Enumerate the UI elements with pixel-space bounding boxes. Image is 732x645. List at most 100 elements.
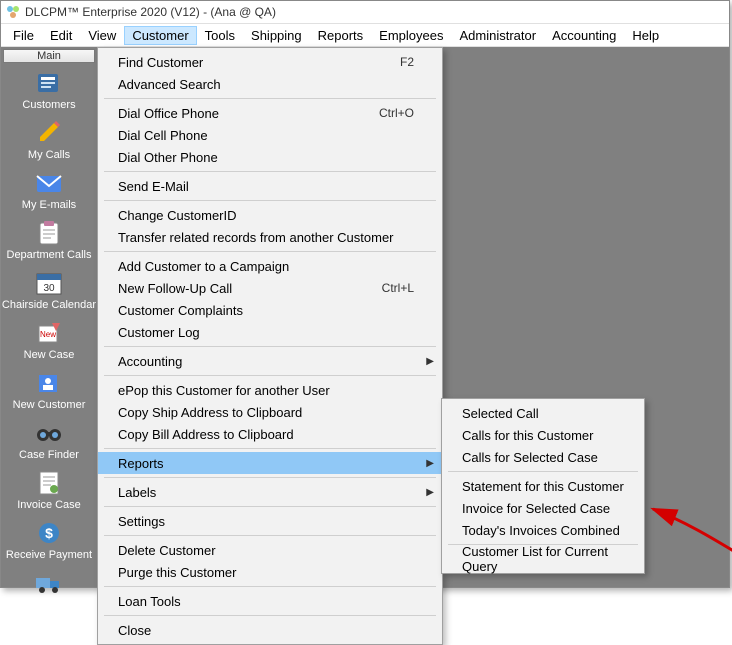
sidebar-label: My E-mails [22, 199, 76, 211]
sidebar-item-customers[interactable]: Customers [1, 69, 97, 111]
menu-separator [104, 171, 436, 172]
submenu-item-calls-for-selected-case[interactable]: Calls for Selected Case [442, 446, 644, 468]
sidebar-label: Chairside Calendar [2, 299, 96, 311]
menu-item-change-customerid[interactable]: Change CustomerID [98, 204, 442, 226]
menu-item-copy-ship-address-to-clipboard[interactable]: Copy Ship Address to Clipboard [98, 401, 442, 423]
sidebar-label: Invoice Case [17, 499, 81, 511]
menu-item-epop-this-customer-for-another-user[interactable]: ePop this Customer for another User [98, 379, 442, 401]
submenu-item-customer-list-for-current-query[interactable]: Customer List for Current Query [442, 548, 644, 570]
canvas: Find CustomerF2 Advanced Search Dial Offic… [97, 47, 729, 587]
menu-item-label: Advanced Search [118, 77, 414, 92]
menu-file[interactable]: File [5, 26, 42, 45]
sidebar-item-shipping-manager[interactable]: Shipping Manager [1, 569, 97, 611]
menu-item-label: Customer Log [118, 325, 414, 340]
submenu-item-label: Invoice for Selected Case [462, 501, 610, 516]
menu-item-add-customer-to-a-campaign[interactable]: Add Customer to a Campaign [98, 255, 442, 277]
submenu-item-statement-for-this-customer[interactable]: Statement for this Customer [442, 475, 644, 497]
menu-item-dial-office-phone[interactable]: Dial Office PhoneCtrl+O [98, 102, 442, 124]
menu-separator [104, 251, 436, 252]
menu-item-reports[interactable]: Reports▶ [98, 452, 442, 474]
menu-item-shortcut: F2 [400, 55, 414, 69]
submenu-item-label: Customer List for Current Query [462, 544, 630, 574]
submenu-item-label: Calls for this Customer [462, 428, 593, 443]
menu-reports[interactable]: Reports [310, 26, 372, 45]
menu-item-delete-customer[interactable]: Delete Customer [98, 539, 442, 561]
customer-dropdown: Find CustomerF2 Advanced Search Dial Offic… [97, 47, 443, 645]
menu-separator [104, 506, 436, 507]
menu-item-label: Accounting [118, 354, 414, 369]
menu-item-label: Copy Ship Address to Clipboard [118, 405, 414, 420]
menubar: File Edit View Customer Tools Shipping R… [1, 23, 729, 47]
menu-view[interactable]: View [80, 26, 124, 45]
sidebar-item-invoice-case[interactable]: Invoice Case [1, 469, 97, 511]
menu-separator [448, 471, 638, 472]
menu-item-dial-cell-phone[interactable]: Dial Cell Phone [98, 124, 442, 146]
menu-item-dial-other-phone[interactable]: Dial Other Phone [98, 146, 442, 168]
menu-item-label: Send E-Mail [118, 179, 414, 194]
submenu-item-today-s-invoices-combined[interactable]: Today's Invoices Combined [442, 519, 644, 541]
menu-tools[interactable]: Tools [197, 26, 243, 45]
sidebar-item-new-case[interactable]: New New Case [1, 319, 97, 361]
window-title: DLCPM™ Enterprise 2020 (V12) - (Ana @ QA… [25, 5, 276, 19]
sidebar-header[interactable]: Main [3, 49, 95, 63]
menu-item-label: Dial Cell Phone [118, 128, 414, 143]
menu-item-labels[interactable]: Labels▶ [98, 481, 442, 503]
menu-customer[interactable]: Customer [124, 26, 196, 45]
menu-edit[interactable]: Edit [42, 26, 80, 45]
sidebar-item-my-calls[interactable]: My Calls [1, 119, 97, 161]
sidebar-item-receive-payment[interactable]: $ Receive Payment [1, 519, 97, 561]
sidebar-item-new-customer[interactable]: New Customer [1, 369, 97, 411]
sidebar-item-chairside-calendar[interactable]: 30 Chairside Calendar [1, 269, 97, 311]
menu-shipping[interactable]: Shipping [243, 26, 310, 45]
menu-item-accounting[interactable]: Accounting ▶ [98, 350, 442, 372]
menu-item-customer-log[interactable]: Customer Log [98, 321, 442, 343]
submenu-item-invoice-for-selected-case[interactable]: Invoice for Selected Case [442, 497, 644, 519]
menu-item-settings[interactable]: Settings [98, 510, 442, 532]
submenu-item-calls-for-this-customer[interactable]: Calls for this Customer [442, 424, 644, 446]
menu-item-shortcut: Ctrl+L [382, 281, 414, 295]
menu-separator [104, 98, 436, 99]
menu-item-find-customer[interactable]: Find CustomerF2 [98, 51, 442, 73]
menu-separator [104, 615, 436, 616]
menu-help[interactable]: Help [624, 26, 667, 45]
new-customer-icon [33, 369, 65, 397]
menu-item-label: Change CustomerID [118, 208, 414, 223]
workspace: Main Customers My Calls My E-mails Depar… [1, 47, 729, 587]
sidebar-label: New Case [24, 349, 75, 361]
menu-item-advanced-search[interactable]: Advanced Search [98, 73, 442, 95]
sidebar-label: My Calls [28, 149, 70, 161]
sidebar-label: Case Finder [19, 449, 79, 461]
sidebar-item-my-emails[interactable]: My E-mails [1, 169, 97, 211]
menu-item-label: Settings [118, 514, 414, 529]
titlebar: DLCPM™ Enterprise 2020 (V12) - (Ana @ QA… [1, 1, 729, 23]
binoculars-icon [33, 419, 65, 447]
menu-item-purge-this-customer[interactable]: Purge this Customer [98, 561, 442, 583]
svg-text:$: $ [45, 525, 53, 541]
menu-item-label: Loan Tools [118, 594, 414, 609]
invoice-icon [33, 469, 65, 497]
truck-icon [33, 569, 65, 597]
sidebar: Main Customers My Calls My E-mails Depar… [1, 47, 97, 587]
envelope-icon [33, 169, 65, 197]
menu-administrator[interactable]: Administrator [451, 26, 544, 45]
menu-item-transfer-related-records-from-another-customer[interactable]: Transfer related records from another Cu… [98, 226, 442, 248]
menu-accounting[interactable]: Accounting [544, 26, 624, 45]
submenu-item-selected-call[interactable]: Selected Call [442, 402, 644, 424]
menu-separator [104, 535, 436, 536]
menu-item-new-follow-up-call[interactable]: New Follow-Up CallCtrl+L [98, 277, 442, 299]
menu-item-close[interactable]: Close [98, 619, 442, 641]
submenu-item-label: Calls for Selected Case [462, 450, 598, 465]
menu-item-loan-tools[interactable]: Loan Tools [98, 590, 442, 612]
dollar-icon: $ [33, 519, 65, 547]
menu-item-customer-complaints[interactable]: Customer Complaints [98, 299, 442, 321]
submenu-arrow-icon: ▶ [426, 356, 434, 367]
menu-item-copy-bill-address-to-clipboard[interactable]: Copy Bill Address to Clipboard [98, 423, 442, 445]
app-window: DLCPM™ Enterprise 2020 (V12) - (Ana @ QA… [0, 0, 730, 588]
menu-separator [104, 200, 436, 201]
sidebar-item-case-finder[interactable]: Case Finder [1, 419, 97, 461]
sidebar-item-department-calls[interactable]: Department Calls [1, 219, 97, 261]
menu-employees[interactable]: Employees [371, 26, 451, 45]
menu-item-label: Dial Other Phone [118, 150, 414, 165]
menu-item-send-e-mail[interactable]: Send E-Mail [98, 175, 442, 197]
menu-separator [104, 346, 436, 347]
